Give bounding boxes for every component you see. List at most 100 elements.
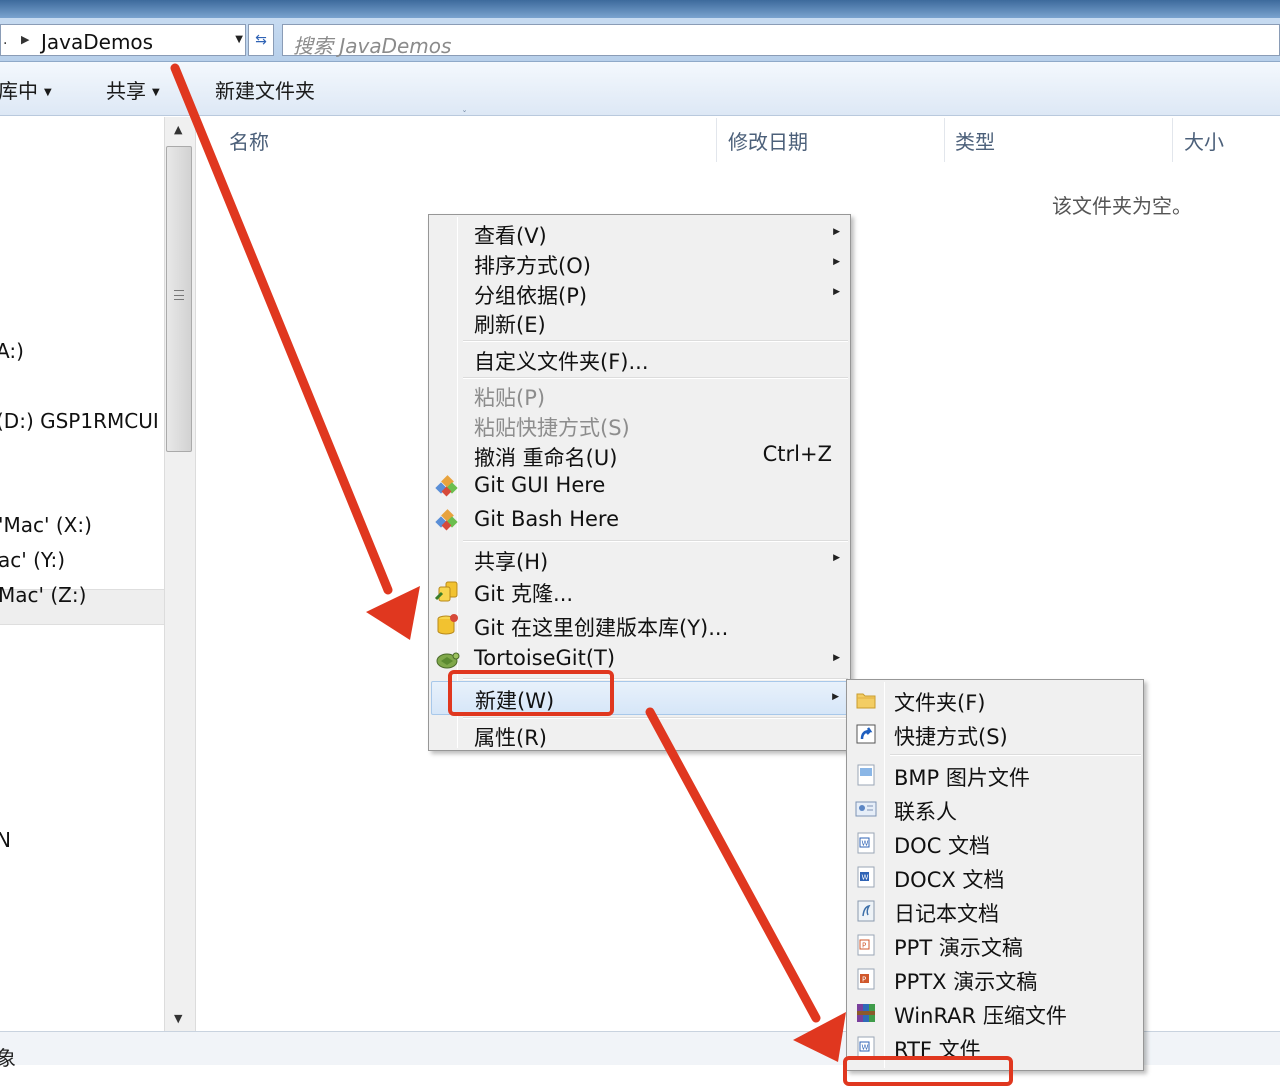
- column-divider[interactable]: [716, 118, 717, 162]
- menu-item-label: 粘贴快捷方式(S): [474, 416, 630, 440]
- nav-item-drive-z[interactable]: Mac' (Z:): [0, 583, 86, 607]
- column-header-size[interactable]: 大小: [1184, 126, 1224, 155]
- scroll-up-arrow-icon[interactable]: ▲: [174, 123, 182, 136]
- refresh-icon[interactable]: ⇆: [248, 24, 274, 56]
- menu-item-label: PPTX 演示文稿: [894, 970, 1038, 994]
- svg-text:P: P: [862, 942, 866, 950]
- new-item-ppt[interactable]: P PPT 演示文稿: [849, 929, 1141, 961]
- status-text: 象: [0, 1046, 16, 1070]
- scrollbar-thumb[interactable]: [166, 146, 192, 452]
- breadcrumb-chevron-icon[interactable]: ▶: [21, 33, 29, 46]
- new-submenu: 文件夹(F) 快捷方式(S) BMP 图片文件 联系人 W DOC 文档 W D…: [846, 679, 1144, 1071]
- menu-item-git-clone[interactable]: Git 克隆...: [431, 575, 848, 607]
- grip-icon: [174, 290, 184, 300]
- shortcut-icon: [856, 724, 876, 744]
- menu-item-label: 刷新(E): [474, 313, 546, 337]
- menu-item-shortcut: Ctrl+Z: [762, 442, 832, 466]
- menu-item-git-gui-here[interactable]: Git GUI Here: [431, 470, 848, 502]
- menu-item-label: 属性(R): [474, 726, 547, 750]
- menu-item-share[interactable]: 共享(H) ▶: [431, 543, 848, 575]
- menu-item-label: Git Bash Here: [474, 507, 620, 531]
- winrar-icon: [857, 1004, 875, 1022]
- submenu-arrow-icon: ▶: [833, 257, 840, 267]
- menu-item-label: PPT 演示文稿: [894, 936, 1023, 960]
- address-dropdown-icon[interactable]: ▼: [235, 34, 243, 45]
- toolbar-item-label: 新建文件夹: [215, 79, 315, 103]
- new-item-contact[interactable]: 联系人: [849, 793, 1141, 825]
- journal-file-icon: [857, 900, 875, 922]
- toolbar-item-label: 库中: [0, 79, 38, 103]
- new-item-shortcut[interactable]: 快捷方式(S): [849, 718, 1141, 750]
- menu-item-label: Git 在这里创建版本库(Y)...: [474, 616, 729, 640]
- menu-item-refresh[interactable]: 刷新(E): [431, 306, 848, 338]
- address-bar[interactable]: . ▶ JavaDemos ▼: [0, 24, 246, 56]
- toolbar-include-in-library-button[interactable]: 库中 ▼: [0, 75, 52, 104]
- column-divider[interactable]: [1172, 118, 1173, 162]
- empty-folder-message: 该文件夹为空。: [1052, 194, 1192, 218]
- menu-item-undo-rename[interactable]: 撤消 重命名(U) Ctrl+Z: [431, 439, 848, 471]
- menu-item-label: 粘贴(P): [474, 386, 546, 410]
- toolbar-item-label: 共享: [106, 79, 146, 103]
- menu-item-label: 排序方式(O): [474, 254, 591, 278]
- menu-item-label: 快捷方式(S): [894, 725, 1008, 749]
- menu-item-label: BMP 图片文件: [894, 766, 1030, 790]
- column-header-type[interactable]: 类型: [955, 126, 995, 155]
- menu-separator: [463, 340, 848, 342]
- search-input[interactable]: 搜索 JavaDemos: [282, 24, 1280, 58]
- sort-indicator-icon: ˇ: [462, 110, 467, 121]
- breadcrumb-current[interactable]: JavaDemos: [41, 30, 153, 54]
- menu-item-label: 日记本文档: [894, 902, 999, 926]
- svg-text:W: W: [862, 840, 869, 848]
- new-item-docx[interactable]: W DOCX 文档: [849, 861, 1141, 893]
- menu-item-label: Git GUI Here: [474, 473, 606, 497]
- menu-item-git-create-repo[interactable]: Git 在这里创建版本库(Y)...: [431, 609, 848, 641]
- menu-item-git-bash-here[interactable]: Git Bash Here: [431, 504, 848, 536]
- command-toolbar: 库中 ▼ 共享 ▼ 新建文件夹: [0, 62, 1280, 116]
- breadcrumb-prefix: .: [3, 32, 8, 48]
- column-header-date[interactable]: 修改日期: [728, 126, 808, 155]
- docx-file-icon: W: [857, 866, 875, 888]
- column-divider[interactable]: [944, 118, 945, 162]
- annotation-highlight-new: [448, 670, 614, 716]
- window-title-band: [0, 0, 1280, 18]
- nav-item-drive-x[interactable]: 'Mac' (X:): [0, 513, 92, 537]
- svg-text:P: P: [862, 976, 866, 984]
- ppt-file-icon: P: [857, 934, 875, 956]
- scroll-down-arrow-icon[interactable]: ▼: [174, 1012, 182, 1025]
- toolbar-new-folder-button[interactable]: 新建文件夹: [215, 75, 315, 104]
- menu-item-label: 共享(H): [474, 550, 549, 574]
- nav-item-drive-y[interactable]: ac' (Y:): [0, 548, 65, 572]
- address-row: . ▶ JavaDemos ▼ ⇆ 搜索 JavaDemos: [0, 18, 1280, 62]
- submenu-arrow-icon: ▶: [833, 653, 840, 663]
- menu-item-sort-by[interactable]: 排序方式(O) ▶: [431, 247, 848, 279]
- menu-item-label: WinRAR 压缩文件: [894, 1004, 1067, 1028]
- menu-item-label: DOC 文档: [894, 834, 991, 858]
- menu-item-label: 文件夹(F): [894, 691, 986, 715]
- toolbar-share-button[interactable]: 共享 ▼: [106, 75, 160, 104]
- git-bash-icon: [435, 509, 458, 531]
- menu-item-label: Git 克隆...: [474, 582, 574, 606]
- new-item-journal[interactable]: 日记本文档: [849, 895, 1141, 927]
- new-item-bmp[interactable]: BMP 图片文件: [849, 759, 1141, 791]
- menu-item-properties[interactable]: 属性(R): [431, 719, 848, 751]
- nav-item-drive-a[interactable]: A:): [0, 339, 24, 363]
- git-create-repo-icon: [437, 614, 458, 635]
- new-item-pptx[interactable]: P PPTX 演示文稿: [849, 963, 1141, 995]
- svg-text:W: W: [862, 1044, 869, 1052]
- menu-item-view[interactable]: 查看(V) ▶: [431, 217, 848, 249]
- new-item-winrar[interactable]: WinRAR 压缩文件: [849, 997, 1141, 1029]
- menu-separator: [463, 540, 848, 542]
- new-item-doc[interactable]: W DOC 文档: [849, 827, 1141, 859]
- menu-item-label: DOCX 文档: [894, 868, 1005, 892]
- new-item-folder[interactable]: 文件夹(F): [849, 684, 1141, 716]
- menu-item-label: 查看(V): [474, 224, 547, 248]
- nav-item-network[interactable]: N: [0, 828, 11, 852]
- menu-item-customize-folder[interactable]: 自定义文件夹(F)...: [431, 343, 848, 375]
- nav-item-drive-d[interactable]: (D:) GSP1RMCUI: [0, 409, 159, 433]
- git-clone-icon: [434, 581, 458, 602]
- menu-item-group-by[interactable]: 分组依据(P) ▶: [431, 277, 848, 309]
- column-header-name[interactable]: 名称: [229, 126, 269, 155]
- bmp-file-icon: [857, 764, 875, 786]
- menu-item-paste: 粘贴(P): [431, 379, 848, 411]
- submenu-arrow-icon: ▶: [833, 553, 840, 563]
